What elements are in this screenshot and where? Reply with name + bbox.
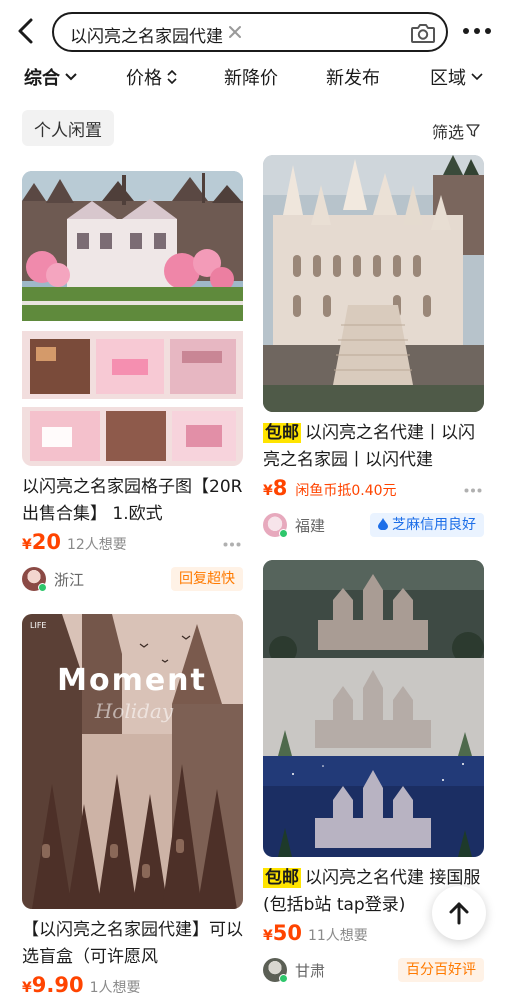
filter-button[interactable]: 筛选	[432, 119, 480, 143]
price-symbol: ¥	[263, 483, 273, 499]
product-image[interactable]	[263, 155, 484, 412]
avatar[interactable]	[263, 513, 288, 538]
clear-icon[interactable]	[226, 23, 244, 41]
status-badge: 回复超快	[171, 567, 243, 591]
product-image[interactable]	[22, 171, 243, 466]
want-count: 1人想要	[89, 980, 141, 996]
price-row: ¥ 8 闲鱼币抵0.40元	[263, 476, 484, 506]
product-image[interactable]: LIFE Moment Holiday	[22, 614, 243, 909]
price: 8	[272, 476, 288, 500]
more-dots-icon[interactable]	[223, 542, 241, 547]
product-card[interactable]: 以闪亮之名家园格子图【20R出售合集】 1.欧式 ¥ 20 12人想要 浙江 回…	[22, 171, 243, 594]
funnel-icon	[466, 124, 480, 137]
sort-label: 价格	[126, 68, 162, 89]
price-symbol: ¥	[22, 980, 32, 996]
free-shipping-tag: 包邮	[263, 868, 301, 888]
chevron-down-icon	[65, 73, 77, 81]
product-title[interactable]: 以闪亮之名家园格子图【20R出售合集】 1.欧式	[22, 474, 243, 528]
status-badge: 百分百好评	[398, 958, 484, 982]
credit-badge: 芝麻信用良好	[370, 513, 484, 537]
back-to-top-button[interactable]	[432, 886, 486, 940]
avatar[interactable]	[263, 958, 288, 983]
search-header: 以闪亮之名家园代建	[0, 0, 506, 62]
credit-badge-text: 芝麻信用良好	[392, 517, 476, 533]
want-count: 12人想要	[66, 537, 127, 553]
image-subtitle: Holiday	[94, 699, 174, 723]
online-dot	[38, 583, 47, 592]
arrow-up-icon	[449, 902, 469, 925]
price-symbol: ¥	[263, 928, 273, 944]
product-card[interactable]: LIFE Moment Holiday 【以闪亮之名家园代建】可以选盲盒（可许愿…	[22, 614, 243, 1000]
sort-label: 新降价	[224, 68, 278, 89]
product-title[interactable]: 包邮 以闪亮之名代建丨以闪亮之名家园丨以闪代建	[263, 420, 484, 474]
sesame-credit-icon	[378, 518, 388, 530]
sort-new-discount[interactable]: 新降价	[224, 64, 278, 90]
image-corner-text: LIFE	[30, 621, 46, 630]
back-arrow-icon[interactable]	[12, 16, 40, 46]
product-image[interactable]	[263, 560, 484, 857]
sort-price[interactable]: 价格	[126, 64, 177, 90]
price: 9.90	[31, 973, 84, 997]
personal-idle-chip[interactable]: 个人闲置	[22, 110, 114, 146]
price: 50	[272, 921, 302, 945]
sort-region[interactable]: 区域	[430, 64, 483, 90]
want-count: 11人想要	[307, 928, 368, 944]
product-card[interactable]: 包邮 以闪亮之名代建丨以闪亮之名家园丨以闪代建 ¥ 8 闲鱼币抵0.40元 福建 …	[263, 155, 484, 540]
avatar[interactable]	[22, 567, 47, 592]
camera-icon[interactable]	[410, 21, 436, 45]
sort-bar: 综合 价格 新降价 新发布 区域	[0, 62, 506, 92]
chevron-down-icon	[471, 73, 483, 81]
sort-label: 综合	[24, 68, 60, 89]
sort-label: 区域	[430, 68, 466, 89]
price-row: ¥ 9.90 1人想要	[22, 973, 243, 1000]
more-dots-icon[interactable]	[464, 488, 482, 493]
more-icon[interactable]	[462, 27, 492, 35]
seller-row[interactable]: 浙江 回复超快	[22, 564, 243, 594]
sort-label: 新发布	[326, 68, 380, 89]
price-symbol: ¥	[22, 537, 32, 553]
seller-region: 福建	[295, 516, 326, 535]
free-shipping-tag: 包邮	[263, 423, 301, 443]
sort-comprehensive[interactable]: 综合	[24, 64, 77, 90]
image-headline: Moment	[57, 663, 207, 698]
coin-discount: 闲鱼币抵0.40元	[295, 483, 397, 499]
seller-row[interactable]: 福建 芝麻信用良好	[263, 510, 484, 540]
sort-updown-icon	[167, 70, 177, 84]
price-row: ¥ 20 12人想要	[22, 530, 243, 560]
price: 20	[31, 530, 61, 554]
seller-region: 甘肃	[295, 961, 326, 980]
online-dot	[279, 529, 288, 538]
online-dot	[279, 974, 288, 983]
product-title[interactable]: 【以闪亮之名家园代建】可以选盲盒（可许愿风	[22, 917, 243, 971]
search-input[interactable]: 以闪亮之名家园代建	[52, 12, 448, 52]
filter-label: 筛选	[432, 123, 465, 142]
seller-region: 浙江	[54, 570, 85, 589]
seller-row[interactable]: 甘肃 百分百好评	[263, 955, 484, 985]
sort-new-posted[interactable]: 新发布	[326, 64, 380, 90]
search-query-text[interactable]: 以闪亮之名家园代建	[70, 22, 223, 47]
